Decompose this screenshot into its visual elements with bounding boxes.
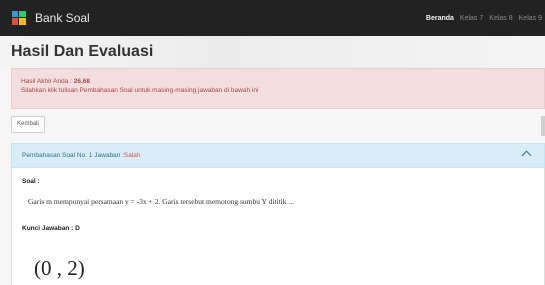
nav-menu: Beranda Kelas 7 Kelas 8 Kelas 9 bbox=[426, 0, 542, 36]
score-label: Hasil Akhir Anda : bbox=[21, 78, 74, 85]
answer-key-label: Kunci Jawaban : D bbox=[22, 225, 80, 232]
back-button[interactable]: Kembali bbox=[11, 116, 45, 133]
app-logo-icon[interactable] bbox=[12, 11, 26, 25]
scrollbar[interactable] bbox=[541, 116, 545, 136]
nav-link-kelas-9[interactable]: Kelas 9 bbox=[519, 15, 542, 22]
chevron-up-icon[interactable] bbox=[521, 150, 532, 161]
nav-link-beranda[interactable]: Beranda bbox=[426, 15, 454, 22]
nav-link-kelas-7[interactable]: Kelas 7 bbox=[460, 15, 483, 22]
top-navbar: Bank Soal Beranda Kelas 7 Kelas 8 Kelas … bbox=[0, 0, 545, 36]
page-title: Hasil Dan Evaluasi bbox=[11, 43, 154, 60]
panel-heading[interactable]: Pembahasan Soal No. 1 Jawaban : bbox=[22, 152, 124, 159]
score-line: Hasil Akhir Anda : 26.68 bbox=[21, 77, 535, 86]
answer-key-value: (0 , 2) bbox=[34, 256, 85, 280]
answer-status: Salah bbox=[123, 152, 141, 159]
discussion-panel-body bbox=[11, 168, 545, 285]
score-value: 26.68 bbox=[73, 78, 91, 85]
discussion-panel-header[interactable]: Pembahasan Soal No. 1 Jawaban :Salah bbox=[11, 143, 545, 168]
nav-link-kelas-8[interactable]: Kelas 8 bbox=[489, 15, 512, 22]
instruction-text: Silahkan klik tulisan Pembahasan Soal un… bbox=[21, 87, 259, 94]
result-alert: Hasil Akhir Anda : 26.68 Silahkan klik t… bbox=[11, 68, 545, 109]
brand-title[interactable]: Bank Soal bbox=[35, 0, 90, 36]
question-label: Soal : bbox=[22, 178, 40, 185]
question-text: Garis m mempunyai persamaan y = -3x + 2.… bbox=[28, 197, 294, 206]
